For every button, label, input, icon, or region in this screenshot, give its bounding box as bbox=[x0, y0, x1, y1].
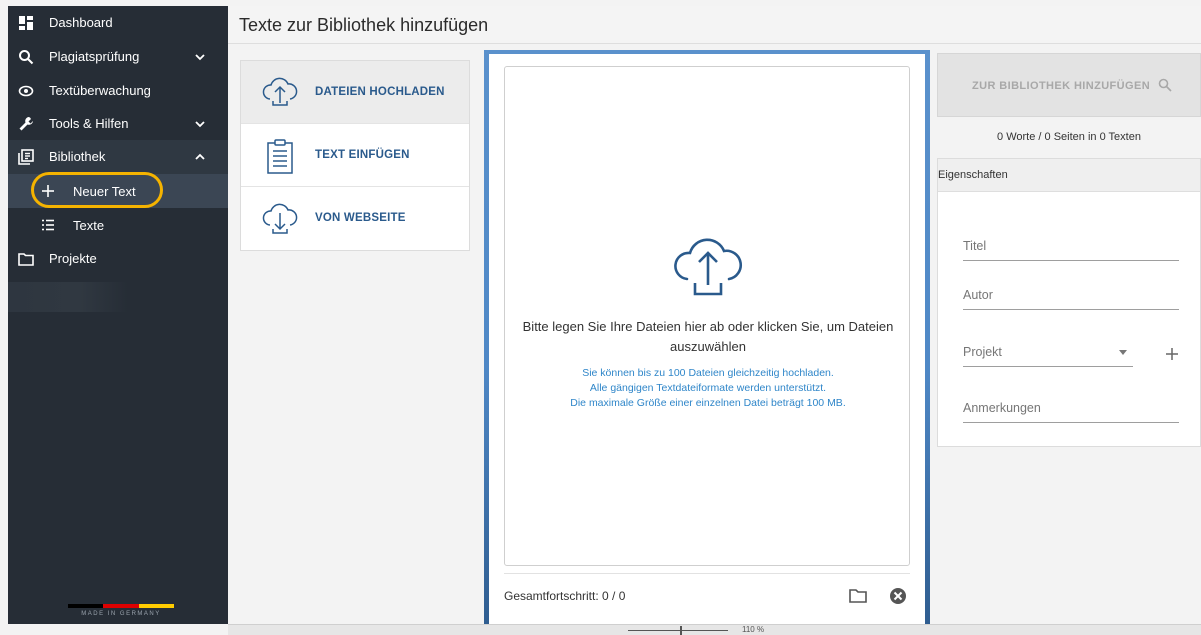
tab-paste-text[interactable]: TEXT EINFÜGEN bbox=[241, 124, 469, 187]
tab-label: DATEIEN HOCHLADEN bbox=[315, 86, 445, 98]
sidebar-divider bbox=[8, 282, 128, 312]
list-icon bbox=[42, 219, 54, 231]
title-input[interactable] bbox=[963, 233, 1133, 259]
add-to-library-button[interactable]: ZUR BIBLIOTHEK HINZUFÜGEN bbox=[937, 53, 1201, 117]
sidebar-item-label: Projekte bbox=[49, 251, 97, 266]
library-icon bbox=[18, 149, 34, 165]
author-field[interactable] bbox=[963, 282, 1179, 310]
dropzone-instruction: Bitte legen Sie Ihre Dateien hier ab ode… bbox=[522, 319, 894, 354]
sidebar-item-label: Textüberwachung bbox=[49, 83, 151, 98]
close-circle-icon[interactable] bbox=[888, 586, 908, 606]
search-icon bbox=[19, 50, 34, 65]
wrench-icon bbox=[19, 117, 33, 131]
tab-label: TEXT EINFÜGEN bbox=[315, 149, 410, 161]
made-in-germany-label: MADE IN GERMANY bbox=[81, 611, 161, 617]
properties-header: Eigenschaften bbox=[938, 159, 1200, 192]
add-to-library-label: ZUR BIBLIOTHEK HINZUFÜGEN bbox=[972, 80, 1151, 92]
chevron-down-icon bbox=[195, 121, 205, 128]
tab-label: VON WEBSEITE bbox=[315, 212, 406, 224]
sidebar-item-label: Dashboard bbox=[49, 15, 113, 30]
zoom-level: 110 % bbox=[742, 625, 765, 634]
project-input[interactable] bbox=[963, 339, 1133, 365]
sidebar-item-textueberwachung[interactable]: Textüberwachung bbox=[8, 74, 228, 108]
dropzone-hint: Alle gängigen Textdateiformate werden un… bbox=[589, 382, 827, 394]
zoom-slider[interactable] bbox=[628, 630, 728, 631]
project-select[interactable] bbox=[963, 339, 1133, 367]
progress-label: Gesamtfortschritt: 0 / 0 bbox=[504, 589, 626, 603]
tab-from-website[interactable]: VON WEBSEITE bbox=[241, 187, 469, 250]
chevron-up-icon bbox=[195, 153, 205, 160]
search-icon bbox=[1158, 78, 1172, 92]
page-title: Texte zur Bibliothek hinzufügen bbox=[239, 15, 489, 35]
sidebar-item-tools[interactable]: Tools & Hilfen bbox=[8, 107, 228, 141]
cloud-upload-icon bbox=[262, 77, 298, 106]
cloud-upload-icon bbox=[674, 238, 742, 296]
sidebar-item-projekte[interactable]: Projekte bbox=[8, 242, 228, 276]
dashboard-icon bbox=[19, 16, 33, 30]
sidebar-item-label: Tools & Hilfen bbox=[49, 116, 129, 131]
dropzone-hint: Die maximale Größe einer einzelnen Datei… bbox=[570, 397, 846, 409]
flag-stripe bbox=[138, 604, 174, 608]
file-dropzone[interactable]: Bitte legen Sie Ihre Dateien hier ab ode… bbox=[504, 66, 910, 566]
tab-upload-files[interactable]: DATEIEN HOCHLADEN bbox=[241, 61, 469, 124]
highlight-annotation bbox=[31, 172, 163, 208]
title-field[interactable] bbox=[963, 233, 1179, 261]
dropzone-hint: Sie können bis zu 100 Dateien gleichzeit… bbox=[582, 367, 834, 379]
folder-icon bbox=[18, 253, 34, 266]
upload-panel-inner: Bitte legen Sie Ihre Dateien hier ab ode… bbox=[489, 54, 925, 625]
clipboard-icon bbox=[267, 139, 293, 174]
properties-panel: Eigenschaften bbox=[937, 158, 1201, 447]
add-project-icon[interactable] bbox=[1164, 346, 1180, 362]
app-window: Dashboard Plagiatsprüfung Textüberwachun… bbox=[0, 0, 1201, 635]
sidebar-item-label: Plagiatsprüfung bbox=[49, 49, 140, 64]
notes-field[interactable] bbox=[963, 395, 1179, 423]
eye-icon bbox=[18, 85, 34, 97]
sidebar-item-dashboard[interactable]: Dashboard bbox=[8, 6, 228, 40]
notes-input[interactable] bbox=[963, 395, 1133, 421]
sidebar-subitem-label: Texte bbox=[73, 218, 105, 233]
sidebar: Dashboard Plagiatsprüfung Textüberwachun… bbox=[8, 6, 228, 624]
zoom-slider-thumb[interactable] bbox=[680, 626, 682, 635]
status-bar: 110 % bbox=[228, 624, 1201, 635]
dropdown-caret-icon bbox=[1119, 350, 1127, 355]
flag-stripe bbox=[103, 604, 139, 608]
sidebar-item-label: Bibliothek bbox=[49, 149, 106, 164]
page-header: Texte zur Bibliothek hinzufügen bbox=[228, 6, 1201, 44]
library-stats: 0 Worte / 0 Seiten in 0 Texten bbox=[997, 131, 1141, 143]
sidebar-item-plagiatspruefung[interactable]: Plagiatsprüfung bbox=[8, 40, 228, 74]
cloud-download-icon bbox=[262, 203, 298, 234]
flag-stripe bbox=[68, 604, 104, 608]
source-tabs: DATEIEN HOCHLADEN TEXT EINFÜGEN VON WEBS… bbox=[240, 60, 470, 251]
properties-title: Eigenschaften bbox=[938, 169, 1008, 181]
germany-flag bbox=[68, 604, 174, 608]
author-input[interactable] bbox=[963, 282, 1133, 308]
sidebar-subitem-texte[interactable]: Texte bbox=[8, 208, 228, 242]
upload-panel: Bitte legen Sie Ihre Dateien hier ab ode… bbox=[484, 50, 930, 625]
upload-progress-bar: Gesamtfortschritt: 0 / 0 bbox=[504, 573, 910, 621]
folder-icon[interactable] bbox=[848, 586, 868, 606]
chevron-down-icon bbox=[195, 54, 205, 61]
sidebar-item-bibliothek[interactable]: Bibliothek bbox=[8, 140, 228, 174]
